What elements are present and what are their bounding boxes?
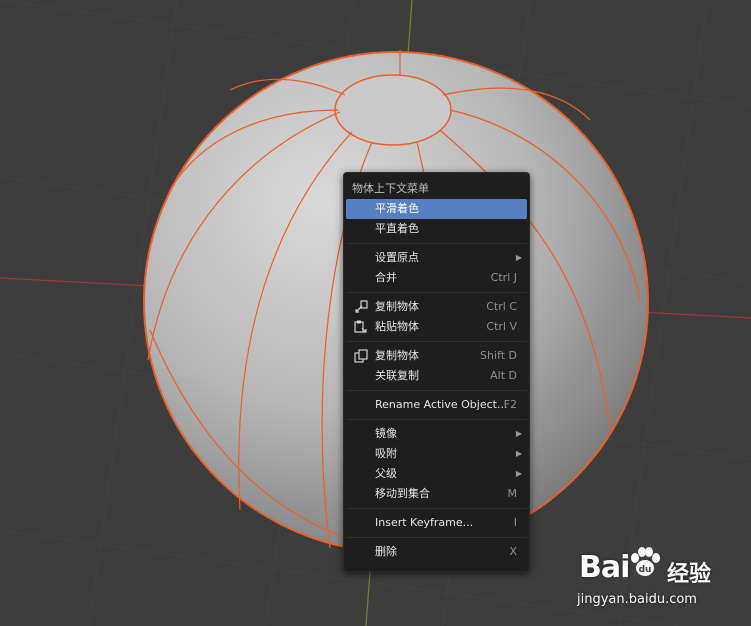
menu-item-parent[interactable]: 父级 ▶ (346, 464, 527, 484)
menu-separator (346, 390, 527, 391)
submenu-arrow-icon: ▶ (515, 253, 522, 262)
menu-item-delete[interactable]: 删除 X (346, 542, 527, 562)
menu-item-copy-objects[interactable]: 复制物体 Ctrl C (346, 297, 527, 317)
object-context-menu: 物体上下文菜单 平滑着色 平直着色 设置原点 ▶ 合并 Ctrl J 复制物体 … (343, 172, 530, 572)
baidu-jingyan-watermark: Bai du 经验 jingyan.baidu.com (575, 542, 745, 612)
watermark-logo-text: Bai (579, 550, 630, 585)
menu-item-paste-objects[interactable]: 粘贴物体 Ctrl V (346, 317, 527, 337)
paw-icon: du (631, 547, 660, 576)
duplicate-icon (354, 349, 368, 363)
menu-separator (346, 508, 527, 509)
svg-text:du: du (639, 565, 652, 575)
watermark-url: jingyan.baidu.com (577, 592, 697, 607)
menu-separator (346, 292, 527, 293)
menu-item-mirror[interactable]: 镜像 ▶ (346, 424, 527, 444)
menu-item-set-origin[interactable]: 设置原点 ▶ (346, 248, 527, 268)
menu-item-duplicate-objects[interactable]: 复制物体 Shift D (346, 346, 527, 366)
menu-item-join[interactable]: 合并 Ctrl J (346, 268, 527, 288)
menu-title: 物体上下文菜单 (352, 182, 429, 195)
menu-separator (346, 419, 527, 420)
paste-icon (354, 320, 367, 333)
menu-item-snap[interactable]: 吸附 ▶ (346, 444, 527, 464)
menu-separator (346, 341, 527, 342)
watermark-brand-text: 经验 (667, 562, 712, 587)
menu-item-smooth-shading[interactable]: 平滑着色 (346, 199, 527, 219)
menu-separator (346, 537, 527, 538)
menu-item-rename-active-object[interactable]: Rename Active Object... F2 (346, 395, 527, 415)
menu-item-insert-keyframe[interactable]: Insert Keyframe... I (346, 513, 527, 533)
submenu-arrow-icon: ▶ (515, 449, 522, 458)
submenu-arrow-icon: ▶ (515, 469, 522, 478)
menu-item-duplicate-linked[interactable]: 关联复制 Alt D (346, 366, 527, 386)
submenu-arrow-icon: ▶ (515, 429, 522, 438)
menu-separator (346, 243, 527, 244)
copy-icon (355, 300, 368, 313)
menu-item-move-to-collection[interactable]: 移动到集合 M (346, 484, 527, 504)
menu-item-flat-shading[interactable]: 平直着色 (346, 219, 527, 239)
